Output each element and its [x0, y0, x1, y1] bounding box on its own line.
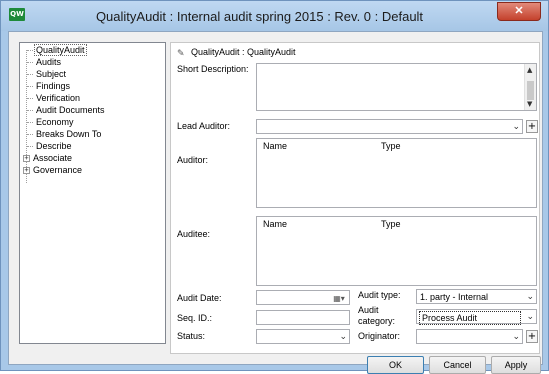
tree-connector — [26, 50, 27, 183]
tree-connector — [27, 74, 33, 75]
tree-item-economy[interactable]: Economy — [35, 116, 75, 128]
tree-item-qualityaudit[interactable]: QualityAudit — [34, 44, 87, 56]
auditor-grid[interactable]: Name Type — [256, 138, 537, 208]
title-bar[interactable]: QW QualityAudit : Internal audit spring … — [1, 1, 548, 31]
panel-header: ✎ QualityAudit : QualityAudit — [177, 46, 296, 59]
auditor-label: Auditor: — [177, 155, 209, 165]
tree-connector — [27, 86, 33, 87]
details-panel: ✎ QualityAudit : QualityAudit Short Descr… — [170, 42, 540, 354]
originator-select[interactable]: ⌄ — [416, 329, 523, 344]
audit-date-label: Audit Date: — [177, 293, 222, 303]
tree-connector — [27, 146, 33, 147]
seq-id-input[interactable] — [256, 310, 350, 325]
add-originator-button[interactable]: + — [526, 330, 538, 343]
audit-type-select[interactable]: 1. party - Internal ⌄ — [416, 289, 537, 304]
tree-connector — [27, 50, 33, 51]
edit-icon: ✎ — [177, 49, 185, 59]
chevron-down-icon: ⌄ — [512, 332, 520, 342]
expand-icon[interactable]: + — [23, 167, 30, 174]
auditee-name-column-header[interactable]: Name — [263, 219, 287, 230]
add-lead-auditor-button[interactable]: + — [526, 120, 538, 133]
short-description-textarea[interactable]: ▲ ▼ — [256, 63, 537, 111]
navigation-tree[interactable]: QualityAudit Audits Subject Findings Ver… — [19, 42, 166, 344]
auditor-type-column-header[interactable]: Type — [381, 141, 401, 152]
window-title: QualityAudit : Internal audit spring 201… — [95, 9, 424, 24]
auditee-type-column-header[interactable]: Type — [381, 219, 401, 230]
app-logo-icon: QW — [9, 8, 25, 21]
scroll-up-icon[interactable]: ▲ — [527, 66, 532, 74]
scroll-down-icon[interactable]: ▼ — [527, 100, 532, 108]
originator-label: Originator: — [358, 331, 401, 341]
window-client-area: QualityAudit Audits Subject Findings Ver… — [8, 31, 543, 374]
audit-type-label: Audit type: — [358, 290, 401, 300]
tree-connector — [27, 122, 33, 123]
auditee-grid[interactable]: Name Type — [256, 216, 537, 286]
tree-connector — [27, 62, 33, 63]
chevron-down-icon: ⌄ — [512, 122, 520, 132]
chevron-down-icon: ⌄ — [526, 312, 534, 322]
chevron-down-icon: ⌄ — [526, 292, 534, 302]
audit-category-select[interactable]: Process Audit ⌄ — [416, 309, 537, 325]
audit-type-value: 1. party - Internal — [420, 292, 489, 302]
lead-auditor-select[interactable]: ⌄ — [256, 119, 523, 134]
chevron-down-icon: ⌄ — [339, 332, 347, 342]
tree-item-breaks-down-to[interactable]: Breaks Down To — [35, 128, 102, 140]
panel-header-text: QualityAudit : QualityAudit — [191, 47, 296, 57]
audit-category-value: Process Audit — [419, 311, 521, 325]
tree-connector — [27, 98, 33, 99]
tree-item-subject[interactable]: Subject — [35, 68, 67, 80]
close-button[interactable]: ✕ — [497, 2, 541, 21]
tree-item-verification[interactable]: Verification — [35, 92, 81, 104]
short-description-label: Short Description: — [177, 64, 249, 74]
audit-window: QW QualityAudit : Internal audit spring … — [0, 0, 549, 374]
auditee-label: Auditee: — [177, 229, 211, 239]
audit-date-picker[interactable]: ▦▾ — [256, 290, 350, 305]
ok-button[interactable]: OK — [367, 356, 424, 374]
cancel-button[interactable]: Cancel — [429, 356, 486, 374]
calendar-icon[interactable]: ▦▾ — [329, 291, 349, 304]
close-icon: ✕ — [514, 5, 524, 17]
status-select[interactable]: ⌄ — [256, 329, 350, 344]
auditor-name-column-header[interactable]: Name — [263, 141, 287, 152]
tree-item-audits[interactable]: Audits — [35, 56, 62, 68]
tree-item-describe[interactable]: Describe — [35, 140, 73, 152]
tree-item-associate[interactable]: Associate — [32, 152, 73, 164]
lead-auditor-label: Lead Auditor: — [177, 121, 231, 131]
tree-item-findings[interactable]: Findings — [35, 80, 71, 92]
short-description-scrollbar[interactable]: ▲ ▼ — [524, 64, 536, 110]
status-label: Status: — [177, 331, 206, 341]
tree-connector — [27, 134, 33, 135]
tree-item-audit-documents[interactable]: Audit Documents — [35, 104, 106, 116]
scroll-thumb[interactable] — [527, 81, 534, 100]
tree-connector — [27, 110, 33, 111]
expand-icon[interactable]: + — [23, 155, 30, 162]
seq-id-label: Seq. ID.: — [177, 313, 213, 323]
apply-button[interactable]: Apply — [491, 356, 541, 374]
audit-category-label: Audit category: — [358, 305, 396, 326]
tree-item-governance[interactable]: Governance — [32, 164, 83, 176]
